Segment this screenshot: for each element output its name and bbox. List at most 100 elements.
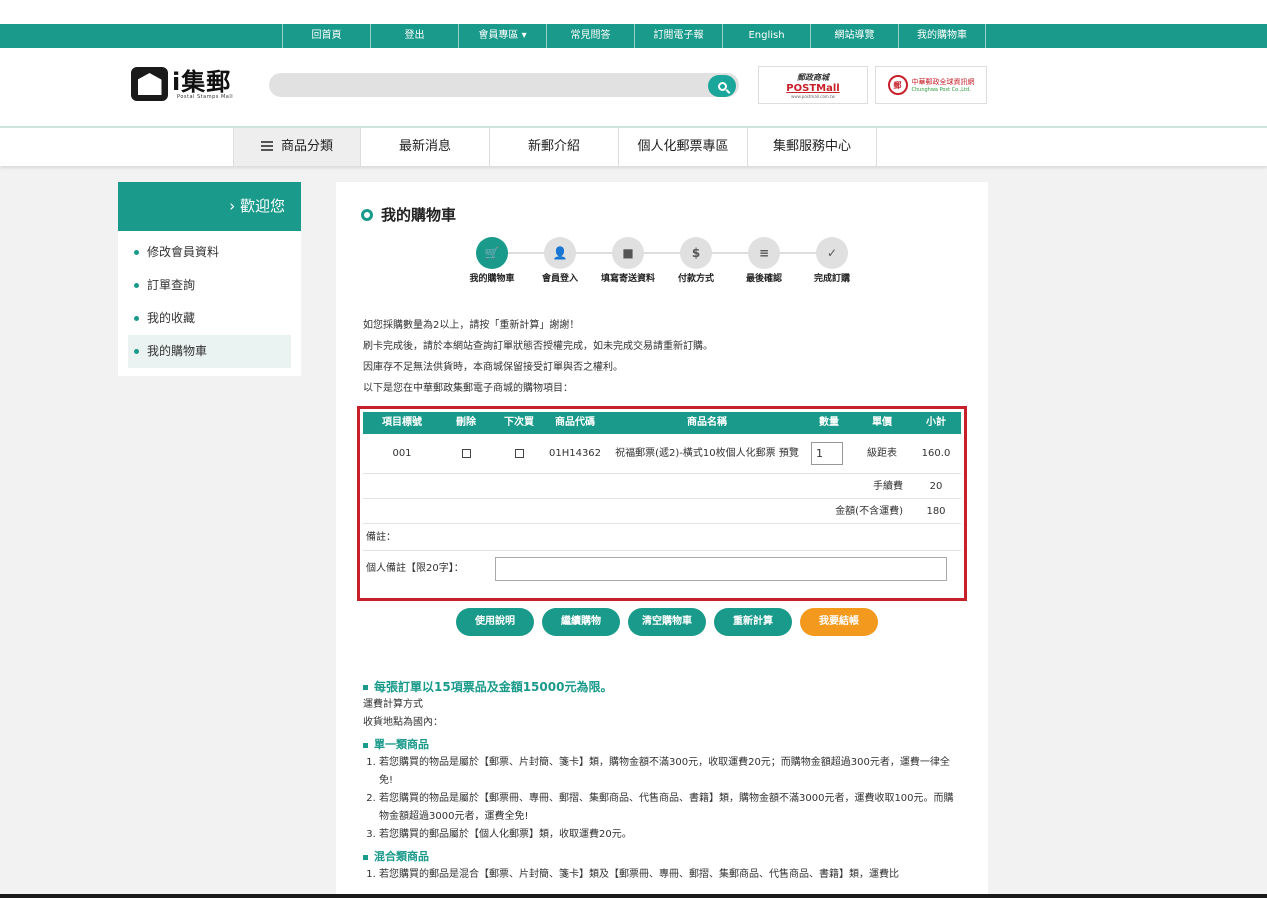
main-nav: 商品分類 最新消息 新郵介紹 個人化郵票專區 集郵服務中心 <box>0 128 1267 166</box>
checkout-button[interactable]: 我要結帳 <box>800 608 878 636</box>
delete-checkbox[interactable] <box>461 448 471 458</box>
nav-item-new-stamps[interactable]: 新郵介紹 <box>490 128 619 166</box>
step-label: 最後確認 <box>745 274 782 284</box>
top-link-member[interactable]: 會員專區 ▾ <box>458 24 546 48</box>
product-code: 01H14362 <box>548 448 602 459</box>
col-product-code: 商品代碼 <box>555 417 595 428</box>
top-link-english[interactable]: English <box>722 24 810 48</box>
top-link-logout[interactable]: 登出 <box>370 24 458 48</box>
col-subtotal: 小計 <box>926 417 946 428</box>
sidebar-item-orders[interactable]: 訂單查詢 <box>118 269 291 302</box>
item-subtotal: 160.0 <box>921 448 951 459</box>
total-row: 金額(不含運費) 180 <box>363 499 961 524</box>
chunghwa-post-name: 中華郵政全球資訊網 <box>911 78 975 86</box>
single-category-title: 單一類商品 <box>374 738 429 751</box>
post-seal-icon: 郵 <box>887 75 908 95</box>
cart-actions: 使用說明 繼續購物 清空購物車 重新計算 我要結帳 <box>456 608 886 636</box>
postmall-url: www.postmall.com.tw <box>791 93 835 99</box>
sidebar-item-cart[interactable]: 我的購物車 <box>128 335 291 368</box>
fee-row: 手續費 20 <box>363 474 961 499</box>
quantity-input[interactable]: 1 <box>811 442 843 465</box>
top-link-cart[interactable]: 我的購物車 <box>898 24 986 48</box>
search-icon <box>717 81 727 91</box>
note-line: 以下是您在中華郵政集郵電子商城的購物項目： <box>363 383 573 394</box>
recalculate-button[interactable]: 重新計算 <box>714 608 792 636</box>
chunghwa-post-name-en: Chunghwa Post Co.,Ltd. <box>911 87 971 93</box>
buy-later-checkbox[interactable] <box>514 448 524 458</box>
search-button[interactable] <box>708 75 736 97</box>
screen-bottom-edge <box>0 894 1267 898</box>
square-bullet-icon <box>363 854 368 860</box>
note-line: 如您採購數量為2以上，請按「重新計算」謝謝！ <box>363 320 580 331</box>
top-link-sitemap[interactable]: 網站導覽 <box>810 24 898 48</box>
col-delete: 刪除 <box>456 417 476 428</box>
step-confirm: ≡ 最後確認 <box>734 237 794 285</box>
list-item: 若您購買的郵品是混合【郵票、片封簡、箋卡】類及【郵票冊、專冊、郵摺、集郵商品、代… <box>379 866 963 884</box>
nav-item-news[interactable]: 最新消息 <box>361 128 490 166</box>
bullet-icon <box>134 349 139 354</box>
col-unit-price: 單價 <box>872 417 892 428</box>
member-sidebar: › 歡迎您 修改會員資料 訂單查詢 我的收藏 我的購物車 <box>118 182 301 376</box>
continue-shopping-button[interactable]: 繼續購物 <box>542 608 620 636</box>
dollar-icon: $ <box>680 237 712 269</box>
postmall-logo-text: POSTMall <box>786 82 840 94</box>
step-label: 會員登入 <box>541 274 578 284</box>
page-title: 我的購物車 <box>361 204 456 225</box>
shipping-method-label: 運費計算方式 <box>363 699 423 710</box>
step-label: 我的購物車 <box>469 274 515 284</box>
sidebar-title: › 歡迎您 <box>118 182 301 231</box>
product-name-link[interactable]: 祝福郵票(遞2)-橫式10枚個人化郵票 預覽 <box>607 434 807 474</box>
fee-label: 手續費 <box>873 481 903 492</box>
check-icon: ✓ <box>816 237 848 269</box>
sidebar-item-edit-profile[interactable]: 修改會員資料 <box>118 236 291 269</box>
shipping-place-label: 收貨地點為國內： <box>363 717 443 728</box>
memo-input[interactable] <box>495 557 947 581</box>
chunghwa-post-banner-link[interactable]: 郵 中華郵政全球資訊網 Chunghwa Post Co.,Ltd. <box>875 66 987 104</box>
step-payment: $ 付款方式 <box>666 237 726 285</box>
mixed-category-list: 若您購買的郵品是混合【郵票、片封簡、箋卡】類及【郵票冊、專冊、郵摺、集郵商品、代… <box>379 866 963 884</box>
cart-table-header: 項目標號 刪除 下次買 商品代碼 商品名稱 數量 單價 小計 <box>363 412 961 434</box>
col-buy-later: 下次買 <box>504 417 534 428</box>
col-item-no: 項目標號 <box>382 417 422 428</box>
total-value: 180 <box>926 506 946 517</box>
nav-item-service-center[interactable]: 集郵服務中心 <box>748 128 877 166</box>
stamp-logo-icon[interactable] <box>131 67 168 101</box>
col-quantity: 數量 <box>819 417 839 428</box>
site-logo-subtitle: Postal Stamps Mall <box>177 94 234 100</box>
title-ring-icon <box>361 209 373 221</box>
single-category-heading: 單一類商品 <box>363 736 963 754</box>
unit-price-tier-link[interactable]: 級距表 <box>857 434 907 474</box>
top-link-home[interactable]: 回首頁 <box>282 24 370 48</box>
sidebar-item-label: 我的收藏 <box>147 311 196 325</box>
mixed-category-heading: 混合類商品 <box>363 848 963 866</box>
note-line: 因庫存不足無法供貨時，本商城保留接受訂單與否之權利。 <box>363 362 623 373</box>
top-spacer <box>0 0 1267 24</box>
step-label: 填寫寄送資料 <box>600 274 655 284</box>
page-title-text: 我的購物車 <box>381 206 457 224</box>
buy-later-checkbox-cell <box>495 434 543 474</box>
clear-cart-button[interactable]: 清空購物車 <box>628 608 706 636</box>
delete-checkbox-cell <box>441 434 491 474</box>
postmall-banner-link[interactable]: 郵政商城 POSTMall www.postmall.com.tw <box>758 66 868 104</box>
col-product-name: 商品名稱 <box>687 417 727 428</box>
nav-item-personalized-stamps[interactable]: 個人化郵票專區 <box>619 128 748 166</box>
top-link-faq[interactable]: 常見問答 <box>546 24 634 48</box>
bullet-icon <box>134 316 139 321</box>
search-input[interactable] <box>269 73 739 97</box>
fee-value: 20 <box>929 481 943 492</box>
cart-table-highlight: 項目標號 刪除 下次買 商品代碼 商品名稱 數量 單價 小計 001 01H14… <box>357 406 967 601</box>
instructions-button[interactable]: 使用說明 <box>456 608 534 636</box>
total-label: 金額(不含運費) <box>835 506 903 517</box>
nav-item-categories[interactable]: 商品分類 <box>233 128 361 166</box>
square-bullet-icon <box>363 742 368 748</box>
cart-content-panel: 我的購物車 🛒 我的購物車 👤 會員登入 ■ 填寫寄送資料 $ 付款方式 ≡ 最後確認 ✓… <box>336 182 988 898</box>
top-link-newsletter[interactable]: 訂閱電子報 <box>634 24 722 48</box>
remark-row: 備註： <box>363 524 961 551</box>
mixed-category-title: 混合類商品 <box>374 850 429 863</box>
list-item: 若您購買的物品是屬於【郵票、片封簡、箋卡】類，購物金額不滿300元，收取運費20… <box>379 754 963 790</box>
sidebar-item-favorites[interactable]: 我的收藏 <box>118 302 291 335</box>
document-icon: ≡ <box>748 237 780 269</box>
shipping-info: 每張訂單以15項票品及金額15000元為限。 運費計算方式 收貨地點為國內： 單… <box>363 678 963 884</box>
site-logo-text[interactable]: i集郵 <box>172 62 231 97</box>
cart-notes: 如您採購數量為2以上，請按「重新計算」謝謝！ 刷卡完成後，請於本網站查詢訂單狀態… <box>363 315 713 399</box>
